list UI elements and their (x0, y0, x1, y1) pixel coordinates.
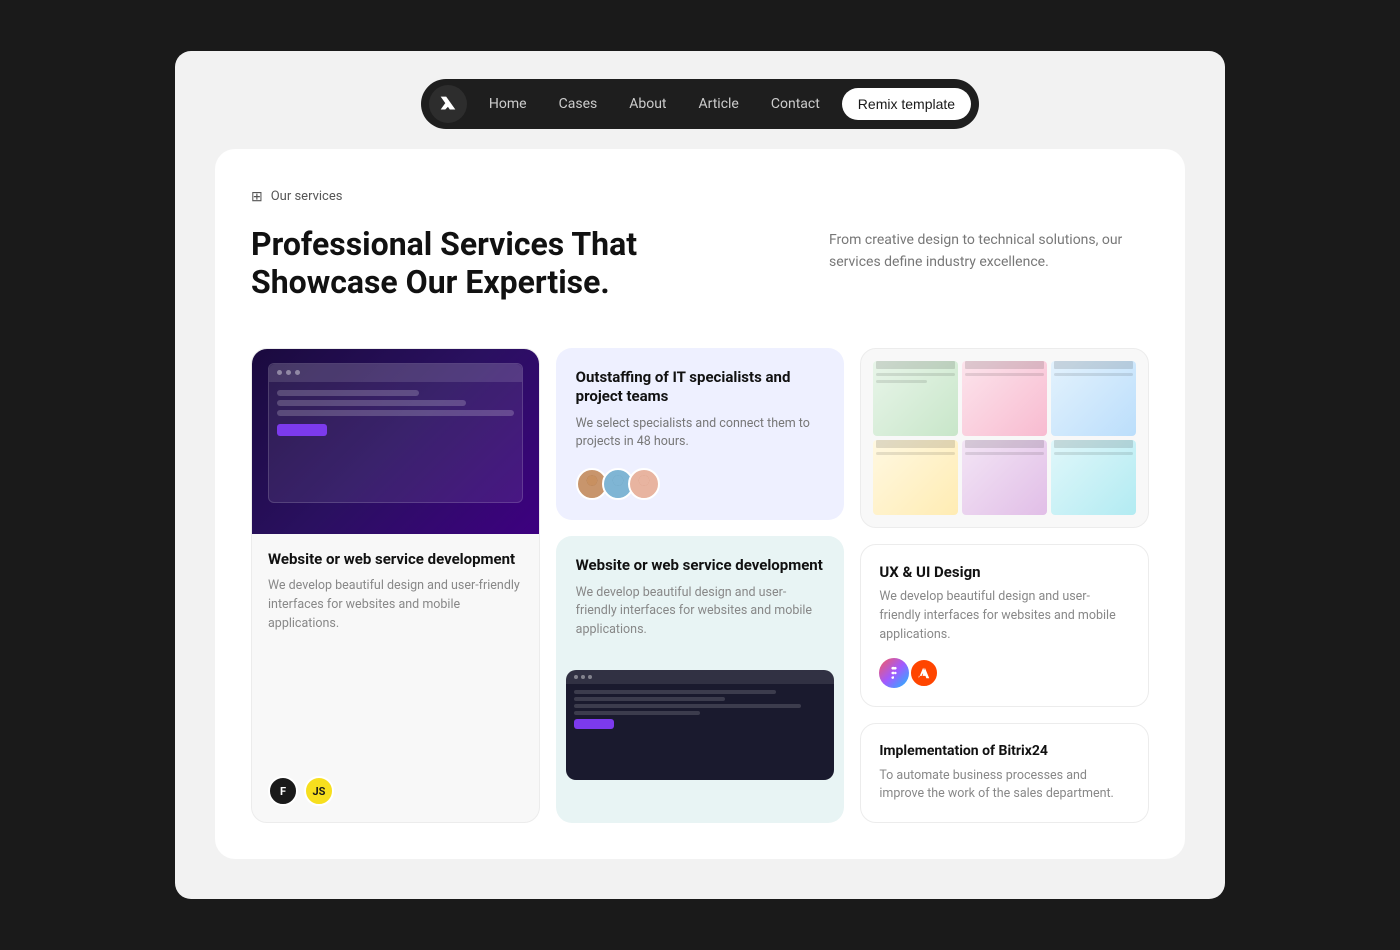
mockup-line-3 (277, 410, 514, 416)
avatars-group (576, 468, 825, 500)
screenshot-5 (962, 440, 1047, 515)
card-desc-web-dev: We develop beautiful design and user-fri… (268, 577, 523, 633)
services-icon: ⊞ (251, 189, 263, 205)
mini-line-6 (965, 452, 1044, 455)
card-ux-ui: UX & UI Design We develop beautiful desi… (860, 544, 1149, 708)
card-image-dark (252, 349, 539, 534)
mockup-browser (268, 363, 523, 503)
card-body-web-dev: Website or web service development We de… (252, 534, 539, 776)
nav-link-cases[interactable]: Cases (545, 88, 612, 120)
nav-link-home[interactable]: Home (475, 88, 541, 120)
dot-1 (277, 370, 282, 375)
card-bottom-body: Website or web service development We de… (556, 536, 845, 670)
card-title-outstaffing: Outstaffing of IT specialists and projec… (576, 368, 825, 407)
dark-line-3 (574, 704, 801, 708)
tag-js: JS (304, 776, 334, 806)
card-web-dev: Website or web service development We de… (251, 348, 540, 823)
nav-link-article[interactable]: Article (685, 88, 753, 120)
card-title-bitrix: Implementation of Bitrix24 (879, 742, 1130, 760)
screenshot-6 (1051, 440, 1136, 515)
dot-sm-2 (581, 675, 585, 679)
mockup-line-1 (277, 390, 419, 396)
dark-line-1 (574, 690, 776, 694)
screenshot-1 (873, 361, 958, 436)
mockup-line-2 (277, 400, 466, 406)
mockup-cta (277, 424, 327, 436)
mini-line-4 (1054, 373, 1133, 376)
card-middle-column: Outstaffing of IT specialists and projec… (556, 348, 845, 823)
mini-line-5 (876, 452, 955, 455)
nav-container: Home Cases About Article Contact Remix t… (421, 79, 979, 129)
dot-2 (286, 370, 291, 375)
dot-sm-3 (588, 675, 592, 679)
card-bottom-image (566, 670, 835, 790)
mini-bar-6 (1054, 440, 1133, 448)
section-label: ⊞ Our services (251, 189, 1149, 205)
dot-3 (295, 370, 300, 375)
screenshot-4 (873, 440, 958, 515)
card-desc-bitrix: To automate business processes and impro… (879, 767, 1130, 805)
mini-bar-1 (876, 361, 955, 369)
dark-line-4 (574, 711, 700, 715)
card-desc-outstaffing: We select specialists and connect them t… (576, 415, 825, 453)
tool-adobe-icon (909, 658, 939, 688)
card-title-web-dev: Website or web service development (268, 550, 523, 570)
mini-line-3 (965, 373, 1044, 376)
mini-bar-4 (876, 440, 955, 448)
nav-link-about[interactable]: About (615, 88, 680, 120)
main-content: ⊞ Our services Professional Services Tha… (175, 149, 1225, 899)
mini-line-1 (876, 373, 955, 376)
mini-bar-5 (965, 440, 1044, 448)
card-desc-ux-ui: We develop beautiful design and user-fri… (879, 588, 1130, 644)
mini-bar-2 (965, 361, 1044, 369)
section-header: Professional Services That Showcase Our … (251, 225, 1149, 318)
avatar-3 (628, 468, 660, 500)
screenshot-2 (962, 361, 1047, 436)
tool-figma-icon (879, 658, 909, 688)
tag-figma: F (268, 776, 298, 806)
browser-window: Home Cases About Article Contact Remix t… (175, 51, 1225, 899)
card-title-ux-ui: UX & UI Design (879, 563, 1130, 583)
remix-template-button[interactable]: Remix template (842, 88, 971, 120)
card-outstaffing: Outstaffing of IT specialists and projec… (556, 348, 845, 521)
section-title: Professional Services That Showcase Our … (251, 225, 671, 302)
mockup-dark-content (566, 684, 835, 735)
mockup-dark-bar (566, 670, 835, 684)
design-tools (879, 658, 1130, 688)
mockup-content (269, 382, 522, 444)
cards-grid: Website or web service development We de… (251, 348, 1149, 823)
mockup-browser-bar (269, 364, 522, 382)
dark-line-2 (574, 697, 726, 701)
mockup-dark (566, 670, 835, 780)
card-bitrix: Implementation of Bitrix24 To automate b… (860, 723, 1149, 823)
screenshots-mosaic (861, 349, 1148, 527)
card-web-dev-2: Website or web service development We de… (556, 536, 845, 823)
card-desc-web-dev-2: We develop beautiful design and user-fri… (576, 584, 825, 640)
mini-bar-3 (1054, 361, 1133, 369)
section-description: From creative design to technical soluti… (829, 225, 1149, 274)
mini-line-2 (876, 380, 927, 383)
card-right-column: UX & UI Design We develop beautiful desi… (860, 348, 1149, 823)
dot-sm-1 (574, 675, 578, 679)
screenshot-3 (1051, 361, 1136, 436)
services-section: ⊞ Our services Professional Services Tha… (215, 149, 1185, 859)
card-tags-web-dev: F JS (252, 776, 539, 822)
navbar: Home Cases About Article Contact Remix t… (175, 51, 1225, 149)
dark-cta (574, 719, 614, 729)
section-label-text: Our services (271, 189, 343, 204)
card-screenshots (860, 348, 1149, 528)
nav-link-contact[interactable]: Contact (757, 88, 834, 120)
brand-logo[interactable] (429, 85, 467, 123)
mini-line-7 (1054, 452, 1133, 455)
card-title-web-dev-2: Website or web service development (576, 556, 825, 576)
